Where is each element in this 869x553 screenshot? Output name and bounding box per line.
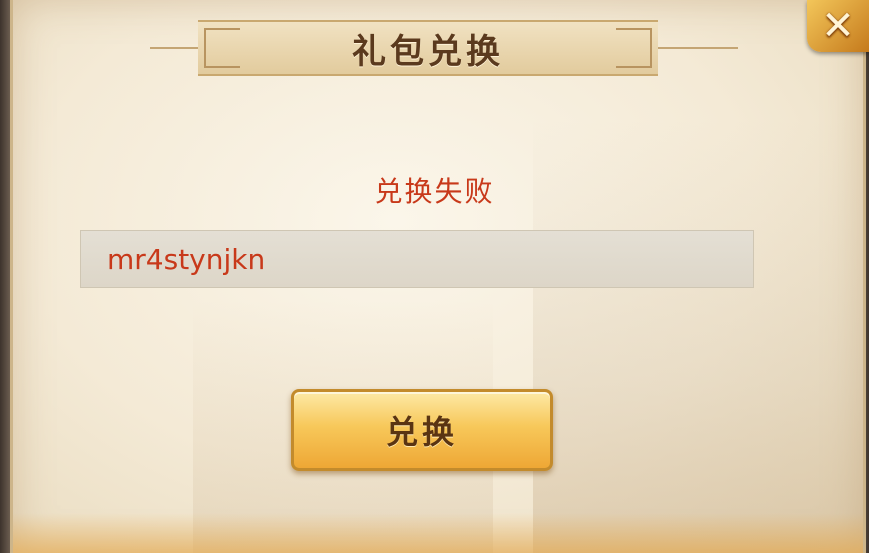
gift-code-input[interactable] (80, 230, 754, 288)
banner-line-left (150, 47, 198, 49)
banner-line-right (658, 47, 738, 49)
dialog-title: 礼包兑换 (352, 31, 504, 72)
status-message: 兑换失败 (374, 175, 495, 208)
redeem-button[interactable]: 兑换 (291, 389, 553, 471)
scene-edge-left (0, 0, 10, 553)
close-button[interactable]: ✕ (807, 0, 869, 52)
bottom-glow (13, 513, 863, 553)
title-banner: 礼包兑换 (198, 20, 658, 76)
redeem-button-label: 兑换 (385, 413, 458, 451)
close-x-icon: ✕ (821, 3, 855, 49)
